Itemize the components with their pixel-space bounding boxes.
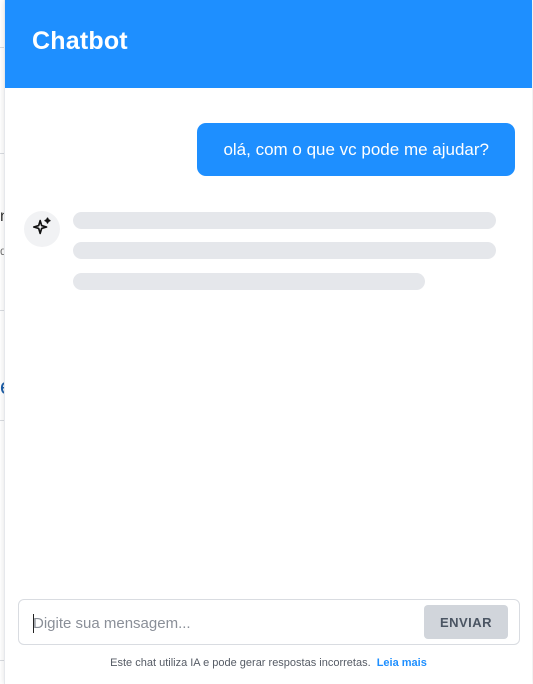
disclaimer-text: Este chat utiliza IA e pode gerar respos… bbox=[110, 657, 371, 669]
loading-skeleton-line bbox=[73, 242, 496, 259]
text-caret bbox=[33, 614, 34, 633]
user-message-bubble: olá, com o que vc pode me ajudar? bbox=[197, 123, 515, 176]
read-more-link[interactable]: Leia mais bbox=[377, 657, 427, 669]
message-input[interactable] bbox=[33, 612, 413, 634]
loading-skeleton-line bbox=[73, 212, 496, 229]
message-composer: ENVIAR bbox=[18, 599, 520, 645]
disclaimer: Este chat utiliza IA e pode gerar respos… bbox=[5, 657, 532, 669]
send-button[interactable]: ENVIAR bbox=[424, 605, 508, 639]
chat-header: Chatbot bbox=[5, 0, 532, 88]
sparkles-icon bbox=[31, 216, 53, 243]
chat-title: Chatbot bbox=[32, 27, 128, 55]
chatbot-window: Chatbot olá, com o que vc pode me ajudar… bbox=[4, 0, 532, 684]
user-message-text: olá, com o que vc pode me ajudar? bbox=[223, 139, 489, 159]
bot-avatar bbox=[24, 211, 60, 247]
loading-skeleton-line bbox=[73, 273, 425, 290]
